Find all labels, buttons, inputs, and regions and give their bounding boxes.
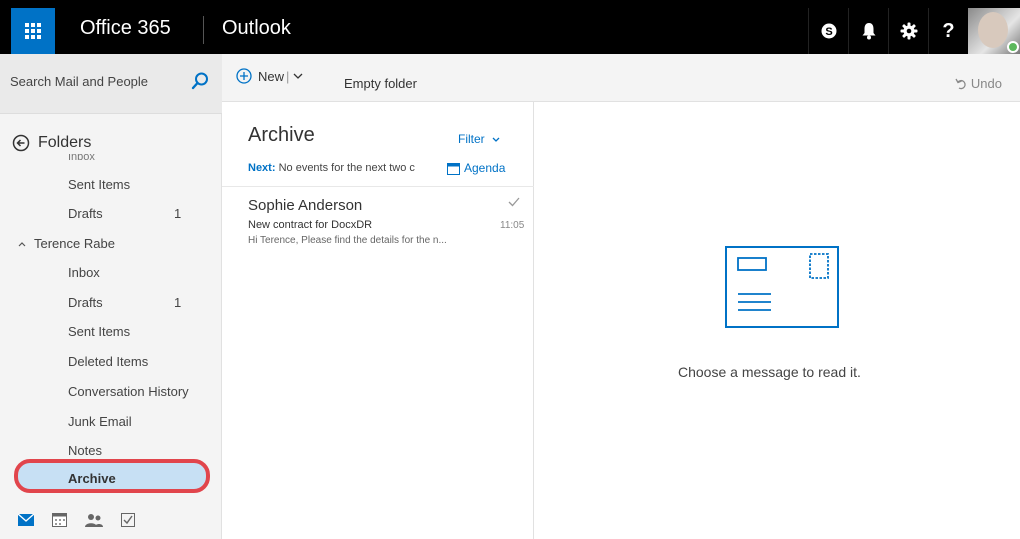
folder-item-inbox-clipped[interactable]: Inbox	[68, 154, 95, 164]
new-button[interactable]: New |	[236, 68, 303, 84]
skype-button[interactable]: S	[808, 8, 848, 54]
folder-item-inbox[interactable]: Inbox	[68, 265, 208, 280]
folder-label: Sent Items	[68, 324, 131, 339]
folder-label: Drafts	[68, 295, 103, 310]
folders-heading: Folders	[38, 134, 92, 151]
undo-icon	[955, 78, 966, 89]
folder-item-drafts[interactable]: Drafts 1	[68, 295, 208, 310]
avatar[interactable]	[968, 8, 1020, 54]
next-event-notice: Next: No events for the next two c	[248, 162, 458, 174]
search-input[interactable]	[10, 74, 180, 89]
new-button-separator: |	[286, 68, 290, 84]
postcard-icon	[725, 246, 839, 328]
folder-item-sent-items[interactable]: Sent Items	[68, 324, 208, 339]
settings-button[interactable]	[888, 8, 928, 54]
people-icon[interactable]	[85, 513, 103, 527]
check-icon[interactable]	[508, 197, 520, 207]
search-box	[0, 54, 222, 114]
brand-title[interactable]: Office 365	[80, 17, 171, 40]
folders-header[interactable]: Folders	[12, 134, 91, 152]
next-label: Next:	[248, 162, 276, 174]
folder-pane: Folders Inbox Sent Items Drafts 1 Terenc…	[0, 54, 222, 539]
account-name: Terence Rabe	[34, 236, 115, 251]
undo-label: Undo	[970, 76, 1002, 91]
unread-count: 1	[174, 295, 182, 310]
presence-status-icon	[1007, 41, 1019, 53]
folder-label: Drafts	[68, 206, 103, 221]
folder-label: Conversation History	[68, 384, 189, 399]
reading-pane: Choose a message to read it.	[535, 102, 1020, 539]
message-preview: Hi Terence, Please find the details for …	[248, 235, 447, 246]
new-button-label: New	[258, 68, 285, 84]
module-switcher	[0, 501, 222, 539]
svg-text:S: S	[825, 26, 832, 38]
account-group[interactable]: Terence Rabe	[18, 236, 115, 251]
chevron-up-icon[interactable]	[18, 241, 26, 247]
folder-item-conversation-history[interactable]: Conversation History	[68, 384, 208, 399]
bell-icon	[862, 23, 875, 40]
folder-item-junk-email[interactable]: Junk Email	[68, 414, 208, 429]
calendar-icon	[447, 162, 460, 175]
calendar-icon[interactable]	[52, 513, 67, 527]
app-title[interactable]: Outlook	[222, 17, 291, 40]
chevron-down-icon	[492, 137, 500, 142]
top-bar: Office 365 Outlook S ?	[0, 0, 1020, 54]
folder-label: Sent Items	[68, 177, 131, 192]
agenda-button[interactable]: Agenda	[444, 161, 506, 175]
chevron-down-icon[interactable]	[293, 73, 303, 80]
agenda-label: Agenda	[464, 161, 506, 175]
message-time: 11:05	[500, 220, 525, 231]
app-launcher-button[interactable]	[11, 8, 55, 54]
command-bar: New | Empty folder Undo	[222, 54, 1020, 102]
folder-item-sent-items[interactable]: Sent Items	[68, 177, 208, 192]
unread-count: 1	[174, 206, 182, 221]
next-event-text: No events for the next two c	[278, 162, 415, 174]
search-icon[interactable]	[190, 71, 210, 91]
folder-label: Notes	[68, 443, 102, 455]
tasks-icon[interactable]	[121, 513, 135, 527]
list-title: Archive	[248, 124, 315, 146]
folder-label: Junk Email	[68, 414, 132, 429]
undo-button[interactable]: Undo	[955, 76, 1002, 91]
gear-icon	[900, 22, 917, 40]
mail-icon[interactable]	[18, 514, 34, 526]
help-icon: ?	[942, 19, 955, 42]
folder-item-deleted-items[interactable]: Deleted Items	[68, 354, 208, 369]
header-actions: S ?	[808, 8, 1020, 54]
folder-item-drafts[interactable]: Drafts 1	[68, 206, 208, 221]
empty-folder-button[interactable]: Empty folder	[344, 76, 417, 91]
help-button[interactable]: ?	[928, 8, 968, 54]
folder-label: Inbox	[68, 265, 100, 280]
list-item[interactable]: Sophie Anderson New contract for DocxDR …	[222, 186, 534, 250]
empty-reading-message: Choose a message to read it.	[678, 364, 861, 380]
avatar-face	[978, 12, 1008, 48]
message-sender: Sophie Anderson	[248, 197, 363, 214]
back-arrow-icon[interactable]	[12, 134, 30, 152]
filter-button[interactable]: Filter	[458, 132, 500, 146]
filter-label: Filter	[458, 132, 485, 146]
notifications-button[interactable]	[848, 8, 888, 54]
skype-icon: S	[821, 23, 836, 39]
plus-circle-icon	[236, 68, 252, 84]
waffle-icon	[25, 23, 41, 39]
message-list: Archive Filter Next: No events for the n…	[222, 102, 534, 539]
folder-item-notes[interactable]: Notes	[68, 443, 208, 455]
folder-item-archive-label[interactable]: Archive	[68, 471, 116, 486]
folder-label: Deleted Items	[68, 354, 149, 369]
header-divider	[203, 16, 204, 44]
message-subject: New contract for DocxDR	[248, 219, 373, 231]
